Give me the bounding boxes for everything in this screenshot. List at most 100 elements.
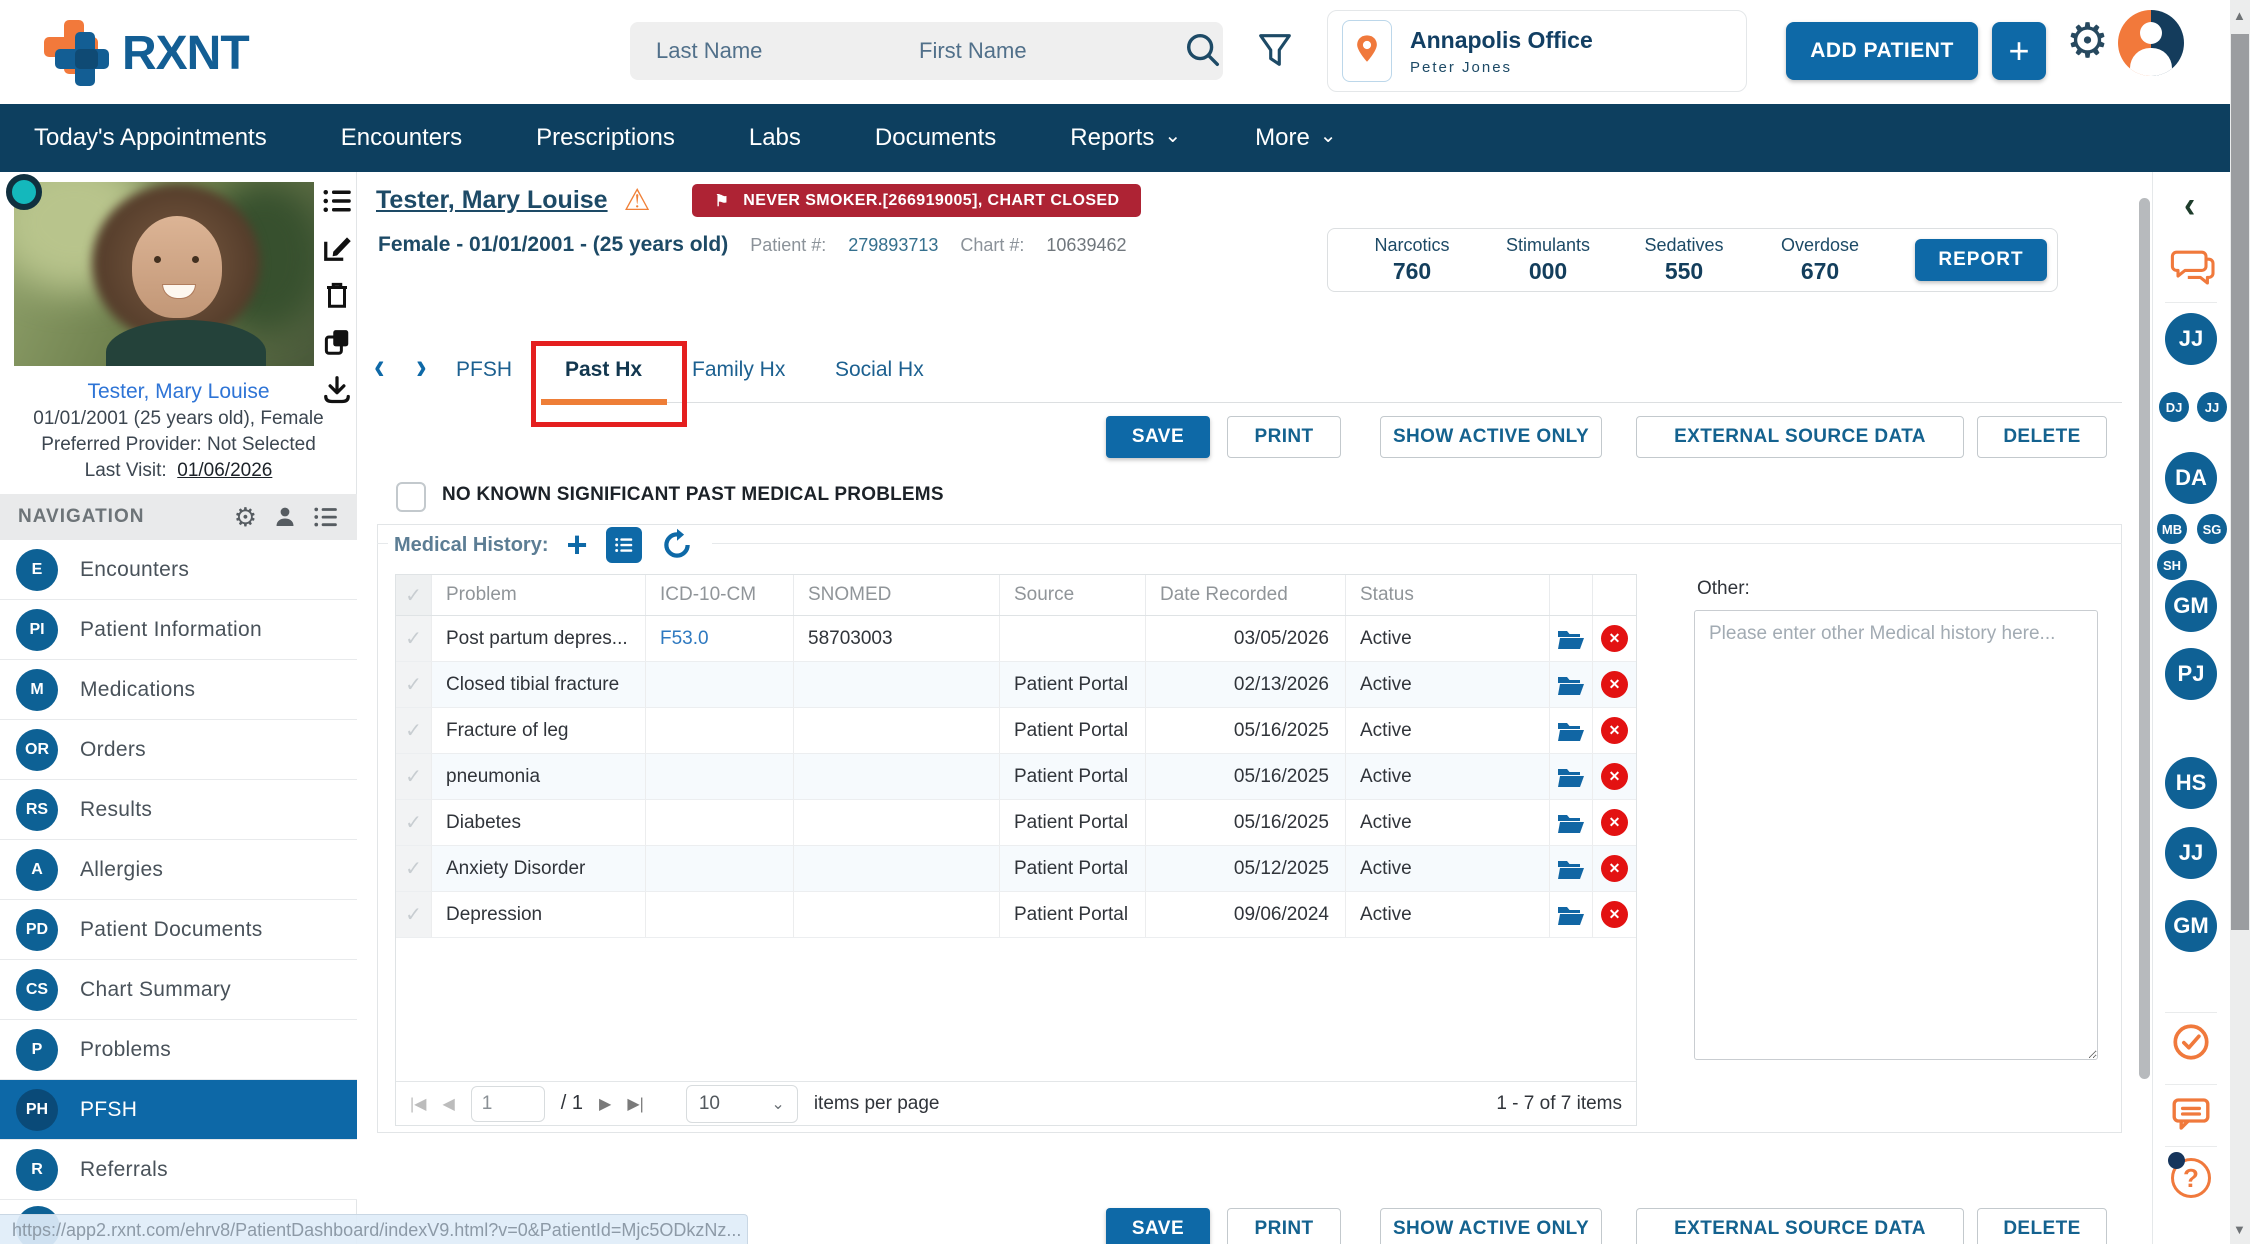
message-icon[interactable] <box>2170 1094 2212 1134</box>
history-list-icon[interactable] <box>605 527 642 563</box>
cell-icd10-link[interactable] <box>646 662 794 707</box>
sidebar-item-patient-documents[interactable]: PD Patient Documents <box>0 900 357 960</box>
col-icd10[interactable]: ICD-10-CM <box>646 575 794 615</box>
open-folder-icon[interactable] <box>1550 800 1593 845</box>
last-name-input[interactable] <box>630 22 938 80</box>
row-check[interactable]: ✓ <box>396 892 432 937</box>
row-check[interactable]: ✓ <box>396 754 432 799</box>
first-name-input[interactable] <box>893 22 1223 80</box>
sidebar-item-allergies[interactable]: A Allergies <box>0 840 357 900</box>
chat-bubbles-icon[interactable] <box>2168 248 2216 290</box>
sidebar-item-chart-summary[interactable]: CS Chart Summary <box>0 960 357 1020</box>
sidebar-item-medications[interactable]: M Medications <box>0 660 357 720</box>
nav-more[interactable]: More ⌄ <box>1255 124 1336 152</box>
scroll-up-icon[interactable]: ▲ <box>2233 8 2246 23</box>
delete-row-button[interactable]: ✕ <box>1593 892 1636 937</box>
rail-avatar[interactable]: DA <box>2165 452 2217 504</box>
rail-avatar[interactable]: GM <box>2165 900 2217 952</box>
patient-name-link[interactable]: Tester, Mary Louise <box>376 186 608 215</box>
delete-row-button[interactable]: ✕ <box>1593 846 1636 891</box>
cell-icd10-link[interactable]: F53.0 <box>646 616 794 661</box>
rail-avatar[interactable]: DJ <box>2159 392 2189 422</box>
quick-add-button[interactable]: + <box>1992 22 2046 80</box>
no-known-problems-checkbox[interactable] <box>396 482 426 512</box>
last-visit-date-link[interactable]: 01/06/2026 <box>177 460 272 481</box>
row-check[interactable]: ✓ <box>396 708 432 753</box>
add-history-icon[interactable]: + <box>566 527 587 563</box>
rail-avatar[interactable]: GM <box>2165 580 2217 632</box>
page-size-select[interactable]: 10 ⌄ <box>685 1084 798 1123</box>
open-folder-icon[interactable] <box>1550 846 1593 891</box>
delete-row-button[interactable]: ✕ <box>1593 800 1636 845</box>
other-history-textarea[interactable] <box>1694 610 2098 1060</box>
rail-collapse-icon[interactable]: ‹ <box>2184 184 2195 227</box>
page-scrollbar-thumb[interactable] <box>2231 34 2249 930</box>
cell-icd10-link[interactable] <box>646 754 794 799</box>
sidebar-item-patient-information[interactable]: PI Patient Information <box>0 600 357 660</box>
tabs-scroll-left-icon[interactable]: ‹ <box>374 348 385 385</box>
save-button-bottom[interactable]: SAVE <box>1106 1208 1210 1244</box>
save-button[interactable]: SAVE <box>1106 416 1210 458</box>
cell-icd10-link[interactable] <box>646 892 794 937</box>
delete-row-button[interactable]: ✕ <box>1593 708 1636 753</box>
pager-page-input[interactable] <box>470 1085 545 1122</box>
delete-button[interactable]: DELETE <box>1977 416 2107 458</box>
print-button-bottom[interactable]: PRINT <box>1227 1208 1341 1244</box>
col-snomed[interactable]: SNOMED <box>794 575 1000 615</box>
table-row[interactable]: ✓ Post partum depres... F53.0 58703003 0… <box>396 616 1636 662</box>
open-folder-icon[interactable] <box>1550 892 1593 937</box>
pager-prev-icon[interactable]: ◀ <box>442 1094 454 1114</box>
open-folder-icon[interactable] <box>1550 708 1593 753</box>
delete-row-button[interactable]: ✕ <box>1593 616 1636 661</box>
sidebar-item-problems[interactable]: P Problems <box>0 1020 357 1080</box>
nav-labs[interactable]: Labs <box>749 124 801 152</box>
rail-avatar[interactable]: JJ <box>2165 827 2217 879</box>
delete-row-button[interactable]: ✕ <box>1593 662 1636 707</box>
delete-trash-icon[interactable] <box>322 280 352 310</box>
nav-settings-gear-icon[interactable]: ⚙ <box>234 504 257 530</box>
rail-avatar[interactable]: SH <box>2157 550 2187 580</box>
row-check[interactable]: ✓ <box>396 846 432 891</box>
rail-avatar[interactable]: JJ <box>2165 313 2217 365</box>
row-check[interactable]: ✓ <box>396 616 432 661</box>
delete-button-bottom[interactable]: DELETE <box>1977 1208 2107 1244</box>
pager-last-icon[interactable]: ▶| <box>627 1094 643 1114</box>
add-patient-button[interactable]: ADD PATIENT <box>1786 22 1978 80</box>
table-row[interactable]: ✓ pneumonia Patient Portal 05/16/2025 Ac… <box>396 754 1636 800</box>
select-all-check[interactable]: ✓ <box>396 575 432 615</box>
delete-row-button[interactable]: ✕ <box>1593 754 1636 799</box>
nav-reports[interactable]: Reports ⌄ <box>1070 124 1181 152</box>
refresh-icon[interactable] <box>660 528 694 562</box>
rail-avatar[interactable]: PJ <box>2165 648 2217 700</box>
cell-icd10-link[interactable] <box>646 800 794 845</box>
nav-encounters[interactable]: Encounters <box>341 124 462 152</box>
pager-next-icon[interactable]: ▶ <box>599 1094 611 1114</box>
nav-list-icon[interactable] <box>313 504 339 530</box>
warning-icon[interactable]: ⚠ <box>624 185 651 216</box>
external-source-data-button-bottom[interactable]: EXTERNAL SOURCE DATA <box>1636 1208 1964 1244</box>
content-scrollbar-thumb[interactable] <box>2139 198 2150 1079</box>
cell-icd10-link[interactable] <box>646 846 794 891</box>
patient-list-icon[interactable] <box>322 186 352 216</box>
table-row[interactable]: ✓ Diabetes Patient Portal 05/16/2025 Act… <box>396 800 1636 846</box>
scroll-down-icon[interactable]: ▼ <box>2233 1222 2246 1237</box>
cell-icd10-link[interactable] <box>646 708 794 753</box>
sidebar-item-results[interactable]: RS Results <box>0 780 357 840</box>
open-folder-icon[interactable] <box>1550 754 1593 799</box>
sidebar-item-referrals[interactable]: R Referrals <box>0 1140 357 1200</box>
table-row[interactable]: ✓ Depression Patient Portal 09/06/2024 A… <box>396 892 1636 938</box>
external-source-data-button[interactable]: EXTERNAL SOURCE DATA <box>1636 416 1964 458</box>
tab-family-hx[interactable]: Family Hx <box>692 358 785 382</box>
col-source[interactable]: Source <box>1000 575 1146 615</box>
rail-avatar[interactable]: SG <box>2197 514 2227 544</box>
nav-person-icon[interactable] <box>273 505 297 529</box>
sidebar-item-orders[interactable]: OR Orders <box>0 720 357 780</box>
tasks-check-icon[interactable] <box>2171 1022 2211 1062</box>
pager-first-icon[interactable]: |◀ <box>410 1094 426 1114</box>
table-row[interactable]: ✓ Fracture of leg Patient Portal 05/16/2… <box>396 708 1636 754</box>
tabs-scroll-right-icon[interactable]: › <box>416 348 427 385</box>
nav-documents[interactable]: Documents <box>875 124 996 152</box>
table-row[interactable]: ✓ Anxiety Disorder Patient Portal 05/12/… <box>396 846 1636 892</box>
print-button[interactable]: PRINT <box>1227 416 1341 458</box>
rail-avatar[interactable]: MB <box>2157 514 2187 544</box>
